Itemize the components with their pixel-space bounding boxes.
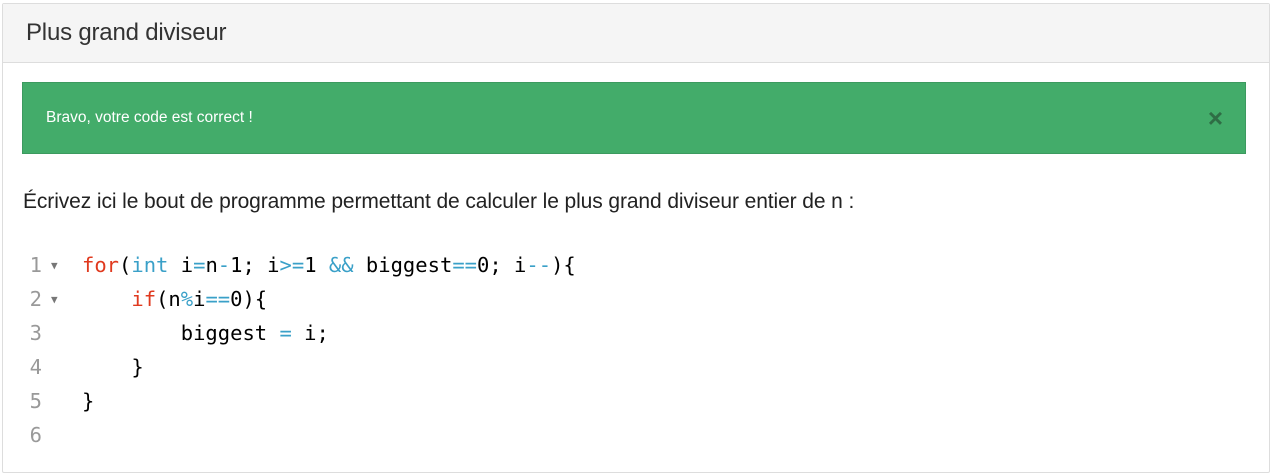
code-token: ){ — [551, 253, 576, 277]
code-line[interactable]: 1 ▼ for(int i=n-1; i>=1 && biggest==0; i--… — [22, 248, 1246, 282]
code-token: for — [82, 253, 120, 277]
code-token: } — [82, 389, 95, 413]
line-number: 3 — [29, 321, 42, 345]
close-icon[interactable]: × — [1208, 105, 1223, 131]
code-token: = — [279, 321, 292, 345]
line-gutter: 3 — [22, 321, 82, 345]
code-line[interactable]: 6 — [22, 418, 1246, 452]
line-number: 5 — [29, 389, 42, 413]
code-text: for(int i=n-1; i>=1 && biggest==0; i--){ — [82, 253, 576, 277]
alert-message: Bravo, votre code est correct ! — [46, 109, 253, 126]
code-line[interactable]: 2 ▼ if(n%i==0){ — [22, 282, 1246, 316]
code-token: 0){ — [230, 287, 268, 311]
line-number: 6 — [29, 423, 42, 447]
line-number: 1 — [29, 253, 42, 277]
code-token: biggest — [353, 253, 453, 277]
line-gutter: 2 ▼ — [22, 287, 82, 311]
code-token: % — [180, 287, 194, 311]
code-text: } — [82, 389, 94, 413]
fold-arrow-icon[interactable]: ▼ — [51, 293, 63, 306]
code-token: 1 — [304, 253, 329, 277]
success-alert: Bravo, votre code est correct ! × — [22, 82, 1246, 154]
exercise-prompt: Écrivez ici le bout de programme permett… — [23, 190, 855, 213]
code-token: && — [328, 253, 354, 277]
code-token: (n — [156, 287, 181, 311]
code-token: int — [131, 253, 169, 277]
code-token: = — [193, 253, 206, 277]
code-token: i; — [291, 321, 329, 345]
code-line[interactable]: 4 } — [22, 350, 1246, 384]
line-gutter: 4 — [22, 355, 82, 379]
panel-heading: Plus grand diviseur — [3, 4, 1269, 63]
code-token: == — [205, 287, 231, 311]
line-number: 4 — [29, 355, 42, 379]
line-gutter: 1 ▼ — [22, 253, 82, 277]
code-line[interactable]: 5} — [22, 384, 1246, 418]
code-token: i — [193, 287, 206, 311]
line-number: 2 — [29, 287, 42, 311]
line-gutter: 5 — [22, 389, 82, 413]
code-text: } — [82, 355, 144, 379]
code-token: == — [452, 253, 477, 277]
fold-arrow-icon[interactable]: ▼ — [51, 259, 63, 272]
code-text: biggest = i; — [82, 321, 329, 345]
code-line[interactable]: 3 biggest = i; — [22, 316, 1246, 350]
code-token: ( — [119, 253, 132, 277]
code-token: 0; i — [477, 253, 527, 277]
code-token: >= — [279, 253, 305, 277]
panel-title: Plus grand diviseur — [26, 19, 227, 46]
code-token: - — [217, 253, 231, 277]
code-token: if — [131, 287, 157, 311]
code-token: } — [131, 355, 144, 379]
code-text: if(n%i==0){ — [82, 287, 267, 311]
code-token: i — [168, 253, 194, 277]
code-token: biggest — [180, 321, 280, 345]
code-token: 1; i — [230, 253, 280, 277]
code-token: n — [205, 253, 218, 277]
line-gutter: 6 — [22, 423, 82, 447]
code-editor[interactable]: 1 ▼ for(int i=n-1; i>=1 && biggest==0; i--… — [22, 248, 1246, 458]
code-token: -- — [526, 253, 552, 277]
